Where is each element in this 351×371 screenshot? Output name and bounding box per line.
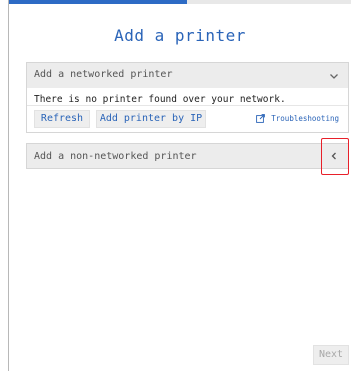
- wizard-progress-fill: [9, 0, 187, 4]
- wizard-progress-bar: [9, 0, 351, 4]
- non-networked-printer-header[interactable]: Add a non-networked printer: [26, 143, 349, 169]
- non-networked-printer-header-label: Add a non-networked printer: [34, 151, 197, 162]
- troubleshooting-link[interactable]: Troubleshooting: [256, 114, 339, 123]
- chevron-left-icon[interactable]: [329, 151, 339, 161]
- troubleshooting-label: Troubleshooting: [271, 114, 339, 123]
- add-printer-by-ip-button[interactable]: Add printer by IP: [96, 110, 206, 128]
- window-left-border: [8, 0, 9, 371]
- networked-printer-header[interactable]: Add a networked printer: [27, 63, 348, 88]
- networked-actions: Refresh Add printer by IP Troubleshootin…: [27, 105, 348, 132]
- external-link-icon: [256, 114, 266, 123]
- networked-printer-header-label: Add a networked printer: [34, 69, 173, 80]
- next-button[interactable]: Next: [313, 345, 349, 365]
- networked-printer-body: There is no printer found over your netw…: [27, 88, 348, 132]
- refresh-button[interactable]: Refresh: [34, 110, 90, 128]
- networked-printer-panel: Add a networked printer There is no prin…: [26, 62, 349, 133]
- page-title: Add a printer: [114, 26, 246, 45]
- chevron-down-icon[interactable]: [328, 70, 340, 82]
- no-printer-message: There is no printer found over your netw…: [34, 94, 286, 105]
